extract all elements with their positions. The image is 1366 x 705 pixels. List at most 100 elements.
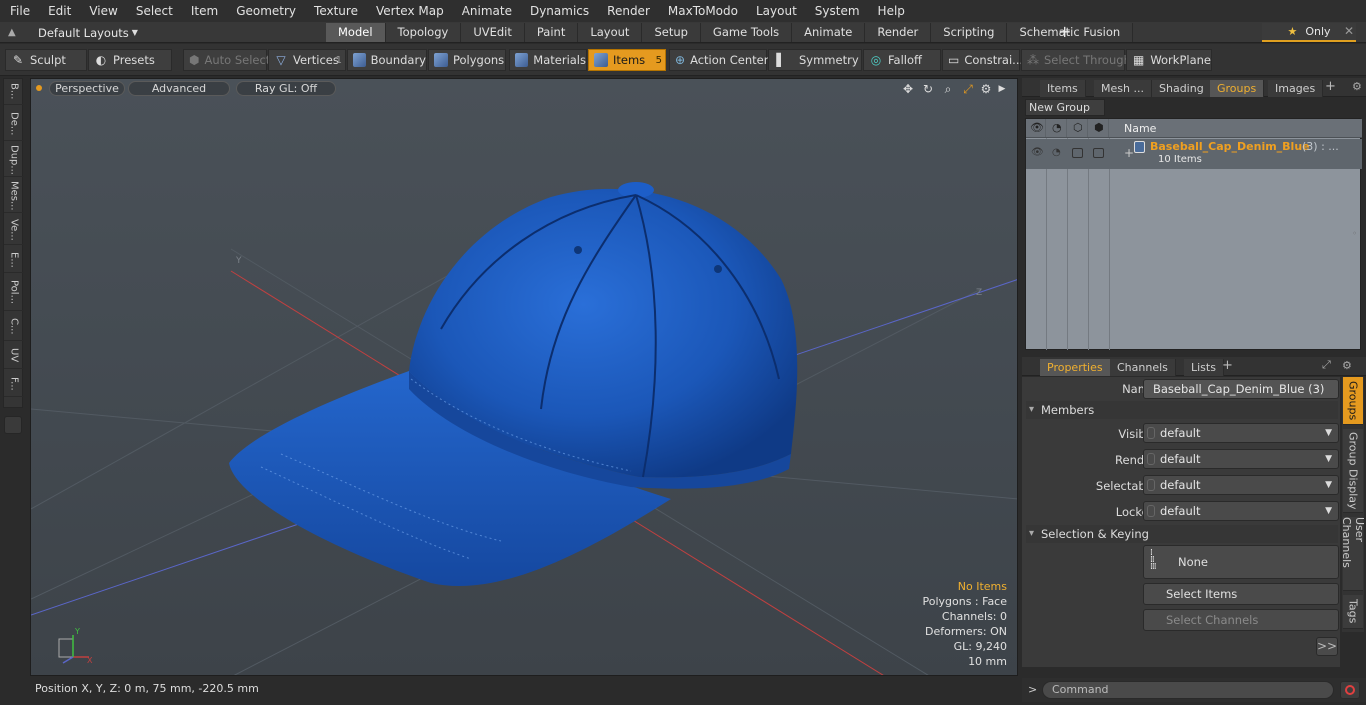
menu-item-vertex-map[interactable]: Vertex Map [366,4,452,18]
side-tab-groups[interactable]: Groups [1343,377,1363,425]
panel-tab-groups[interactable]: Groups [1210,80,1265,97]
menu-item-geometry[interactable]: Geometry [226,4,304,18]
new-group-button[interactable]: New Group [1025,99,1105,116]
vertices-button[interactable]: ▽ Vertices 1 [268,49,346,71]
menu-item-help[interactable]: Help [868,4,913,18]
menu-item-layout[interactable]: Layout [746,4,805,18]
side-tab-tags[interactable]: Tags [1343,595,1363,629]
selection-keying-section[interactable]: Selection & Keying [1026,525,1338,543]
panel-tab-shading[interactable]: Shading [1152,80,1212,97]
left-tab-6[interactable]: E... [4,247,24,273]
menu-item-edit[interactable]: Edit [38,4,79,18]
left-tab-3[interactable]: Dup... [4,143,24,177]
row-lock-checkbox[interactable] [1093,148,1104,158]
visible-dropdown[interactable]: default ▼ [1143,423,1339,443]
menu-item-select[interactable]: Select [126,4,181,18]
none-button[interactable]: ⁞ ⁞⁞ ⁞⁞⁞ None [1143,545,1339,579]
tab-paint[interactable]: Paint [524,23,579,42]
props-tab-lists[interactable]: Lists [1184,359,1224,376]
panel-tab-images[interactable]: Images [1268,80,1324,97]
row-render-icon[interactable]: ◔ [1052,147,1061,158]
command-input[interactable]: Command [1042,681,1334,699]
left-toggle-button[interactable] [4,416,22,434]
locked-dropdown[interactable]: default ▼ [1143,501,1339,521]
name-field[interactable]: Baseball_Cap_Denim_Blue (3) [1143,379,1339,399]
menu-item-texture[interactable]: Texture [304,4,366,18]
expand-panel-icon[interactable]: ⤢ [1322,358,1331,372]
more-button[interactable]: >> [1316,637,1338,656]
left-tab-10[interactable]: F... [4,371,24,397]
props-tab-channels[interactable]: Channels [1110,359,1176,376]
render-dropdown[interactable]: default ▼ [1143,449,1339,469]
tab-model[interactable]: Model [326,23,386,42]
lock-icon[interactable]: ⬢ [1089,119,1109,137]
menu-item-dynamics[interactable]: Dynamics [520,4,597,18]
tab-scripting[interactable]: Scripting [931,23,1008,42]
menu-item-animate[interactable]: Animate [452,4,520,18]
panel-tab-mesh[interactable]: Mesh ... [1094,80,1152,97]
materials-button[interactable]: Materials [509,49,587,71]
3d-viewport[interactable]: Perspective Advanced Ray GL: Off ✥ ↻ ⌕ ⤢… [30,78,1018,676]
polygons-button[interactable]: Polygons [428,49,506,71]
scroll-handle[interactable]: ◦ [1352,229,1357,238]
menu-item-render[interactable]: Render [597,4,658,18]
expand-plus-icon[interactable]: + [1124,146,1134,160]
tab-layout[interactable]: Layout [578,23,643,42]
sculpt-button[interactable]: ✎ Sculpt [5,49,87,71]
falloff-button[interactable]: ◎ Falloff [863,49,941,71]
groups-list[interactable]: 👁 ◔ ⬡ ⬢ Name 👁 ◔ + Baseball_Cap_Denim_Bl… [1025,118,1362,350]
tab-animate[interactable]: Animate [792,23,866,42]
auto-select-button[interactable]: ⬢ Auto Select [183,49,270,71]
add-tab-icon[interactable]: + [1058,22,1072,43]
members-section[interactable]: Members [1026,401,1338,419]
left-tab-7[interactable]: Pol... [4,275,24,311]
close-icon[interactable]: ✕ [1344,24,1354,38]
tab-topology[interactable]: Topology [385,23,462,42]
symmetry-button[interactable]: ▌ Symmetry [768,49,862,71]
record-icon[interactable] [1340,681,1360,699]
left-tab-4[interactable]: Mes... [4,179,24,213]
render-icon[interactable]: ◔ [1047,119,1067,137]
panel-options-icon[interactable]: ⚙ [1352,80,1362,93]
row-eye-icon[interactable]: 👁 [1031,147,1044,158]
add-props-tab-icon[interactable]: + [1222,358,1233,373]
properties-panel: Name Baseball_Cap_Denim_Blue (3) Members… [1022,377,1340,667]
side-tab-user-channels[interactable]: User Channels [1340,517,1366,591]
constraints-button[interactable]: ▭ Constrai... [942,49,1023,71]
select-through-button[interactable]: ⁂ Select Through [1021,49,1131,71]
side-tab-group-display[interactable]: Group Display [1343,429,1363,513]
selectable-icon[interactable]: ⬡ [1068,119,1088,137]
only-button[interactable]: ★ Only [1262,23,1356,42]
tab-uvedit[interactable]: UVEdit [461,23,525,42]
menu-item-item[interactable]: Item [181,4,226,18]
left-tab-5[interactable]: Ve... [4,215,24,245]
workplane-button[interactable]: ▦ WorkPlane [1126,49,1212,71]
selectable-dropdown[interactable]: default ▼ [1143,475,1339,495]
action-center-button[interactable]: ⊕ Action Center [669,49,768,71]
tab-render[interactable]: Render [865,23,932,42]
boundary-button[interactable]: Boundary [347,49,427,71]
menu-item-view[interactable]: View [79,4,125,18]
panel-tab-items[interactable]: Items [1040,80,1086,97]
visibility-eye-icon[interactable]: 👁 [1026,119,1046,137]
menu-item-file[interactable]: File [0,4,38,18]
props-tab-properties[interactable]: Properties [1040,359,1111,376]
left-tab-2[interactable]: De... [4,107,24,141]
menu-item-system[interactable]: System [805,4,868,18]
select-channels-button[interactable]: Select Channels [1143,609,1339,631]
props-options-icon[interactable]: ⚙ [1342,359,1352,372]
select-items-button[interactable]: Select Items [1143,583,1339,605]
add-panel-tab-icon[interactable]: + [1325,79,1336,94]
left-tab-9[interactable]: UV [4,343,24,369]
menu-item-maxtomodo[interactable]: MaxToModo [658,4,746,18]
left-tab-1[interactable]: B... [4,79,24,105]
arrow-up-icon[interactable]: ▲ [8,27,20,38]
presets-button[interactable]: ◐ Presets [88,49,172,71]
tab-game-tools[interactable]: Game Tools [700,23,793,42]
layout-selector[interactable]: ▲ Default Layouts ▼ [0,22,322,43]
left-tab-8[interactable]: C... [4,313,24,341]
items-button[interactable]: Items 5 [588,49,666,71]
row-select-checkbox[interactable] [1072,148,1083,158]
info-gl: GL: 9,240 [953,640,1007,653]
tab-setup[interactable]: Setup [642,23,701,42]
